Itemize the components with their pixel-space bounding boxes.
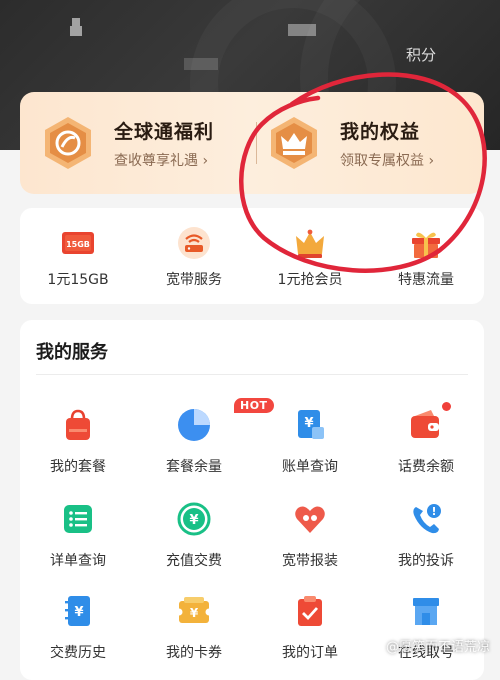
quick-item-member[interactable]: 1元抢会员 [252,226,368,289]
service-label: 交费历史 [50,645,106,661]
chevron-right-icon: › [202,152,209,169]
service-label: 套餐余量 [166,459,222,475]
service-label: 我的投诉 [398,553,454,569]
shop-icon [406,592,446,630]
service-label: 我的订单 [282,645,338,661]
service-my-complaint[interactable]: ! 我的投诉 [368,500,484,570]
service-label: 账单查询 [282,459,338,475]
list-icon [58,500,98,538]
quick-label: 宽带服务 [166,272,222,288]
gift-box-icon [408,226,444,260]
my-rights-title: 我的权益 [340,120,421,143]
service-label: 话费余额 [398,459,454,475]
quick-label: 1元抢会员 [277,272,343,288]
service-detail-query[interactable]: 详单查询 [20,500,136,570]
services-divider [36,374,468,375]
global-benefits-entry[interactable]: 全球通福利 查收尊享礼遇 › [40,92,248,194]
my-rights-entry[interactable]: 我的权益 领取专属权益 › [266,92,476,194]
services-title: 我的服务 [36,342,108,363]
notification-dot [442,402,451,411]
heart-icon [290,500,330,538]
order-icon [290,592,330,630]
points-label[interactable]: 积分 [406,44,436,65]
my-rights-subtitle: 领取专属权益 [340,152,424,169]
service-plan-balance[interactable]: HOT 套餐余量 [136,398,274,476]
my-services-card: 我的服务 我的套餐 HOT 套餐余量 ¥ 账单查询 话费余额 详单查询 ¥ 充值… [20,320,484,680]
bill-icon: ¥ [290,406,330,444]
global-benefits-subtitle: 查收尊享礼遇 [114,152,198,169]
service-my-coupons[interactable]: ¥ 我的卡券 [136,592,252,662]
phone-complaint-icon: ! [406,500,446,538]
quick-item-15gb[interactable]: 15GB 1元15GB [20,226,136,289]
service-payment-history[interactable]: ¥ 交费历史 [20,592,136,662]
wallet-icon [406,402,451,444]
bag-icon [58,406,98,444]
receipt-history-icon: ¥ [58,592,98,630]
service-label: 宽带报装 [282,553,338,569]
service-phone-balance[interactable]: 话费余额 [368,402,484,476]
watermark-text: @愿笑而不语荒凉 [385,640,490,655]
pie-chart-icon: HOT [174,398,274,444]
quick-item-broadband[interactable]: 宽带服务 [136,226,252,289]
service-recharge[interactable]: ¥ 充值交费 [136,500,252,570]
service-my-orders[interactable]: 我的订单 [252,592,368,662]
benefits-divider [256,122,257,164]
crown-icon [292,226,328,260]
sim-card-15gb-icon: 15GB [60,226,96,260]
yen-glyph: ¥ [190,606,199,620]
router-icon [176,226,212,260]
service-my-plan[interactable]: 我的套餐 [20,406,136,476]
yen-glyph: ¥ [304,416,313,431]
quick-label: 特惠流量 [398,272,454,288]
service-broadband-install[interactable]: 宽带报装 [252,500,368,570]
yen-glyph: ¥ [74,605,83,620]
service-label: 详单查询 [50,553,106,569]
quick-item-traffic[interactable]: 特惠流量 [368,226,484,289]
crown-badge-icon [266,115,322,171]
quick-actions-card: 15GB 1元15GB 宽带服务 1元抢会员 特惠流量 [20,208,484,304]
service-label: 我的卡券 [166,645,222,661]
recharge-icon: ¥ [174,500,214,538]
sim-badge-text: 15GB [66,240,90,249]
yen-glyph: ¥ [189,513,198,528]
quick-label: 1元15GB [47,272,109,288]
benefits-card: 全球通福利 查收尊享礼遇 › 我的权益 领取专属权益 › [20,92,484,194]
service-label: 充值交费 [166,553,222,569]
chevron-right-icon: › [428,152,435,169]
service-bill-query[interactable]: ¥ 账单查询 [252,406,368,476]
global-badge-icon [40,115,96,171]
service-label: 我的套餐 [50,459,106,475]
global-benefits-title: 全球通福利 [114,120,215,143]
exclamation-glyph: ! [431,505,436,518]
coupon-icon: ¥ [174,592,214,630]
